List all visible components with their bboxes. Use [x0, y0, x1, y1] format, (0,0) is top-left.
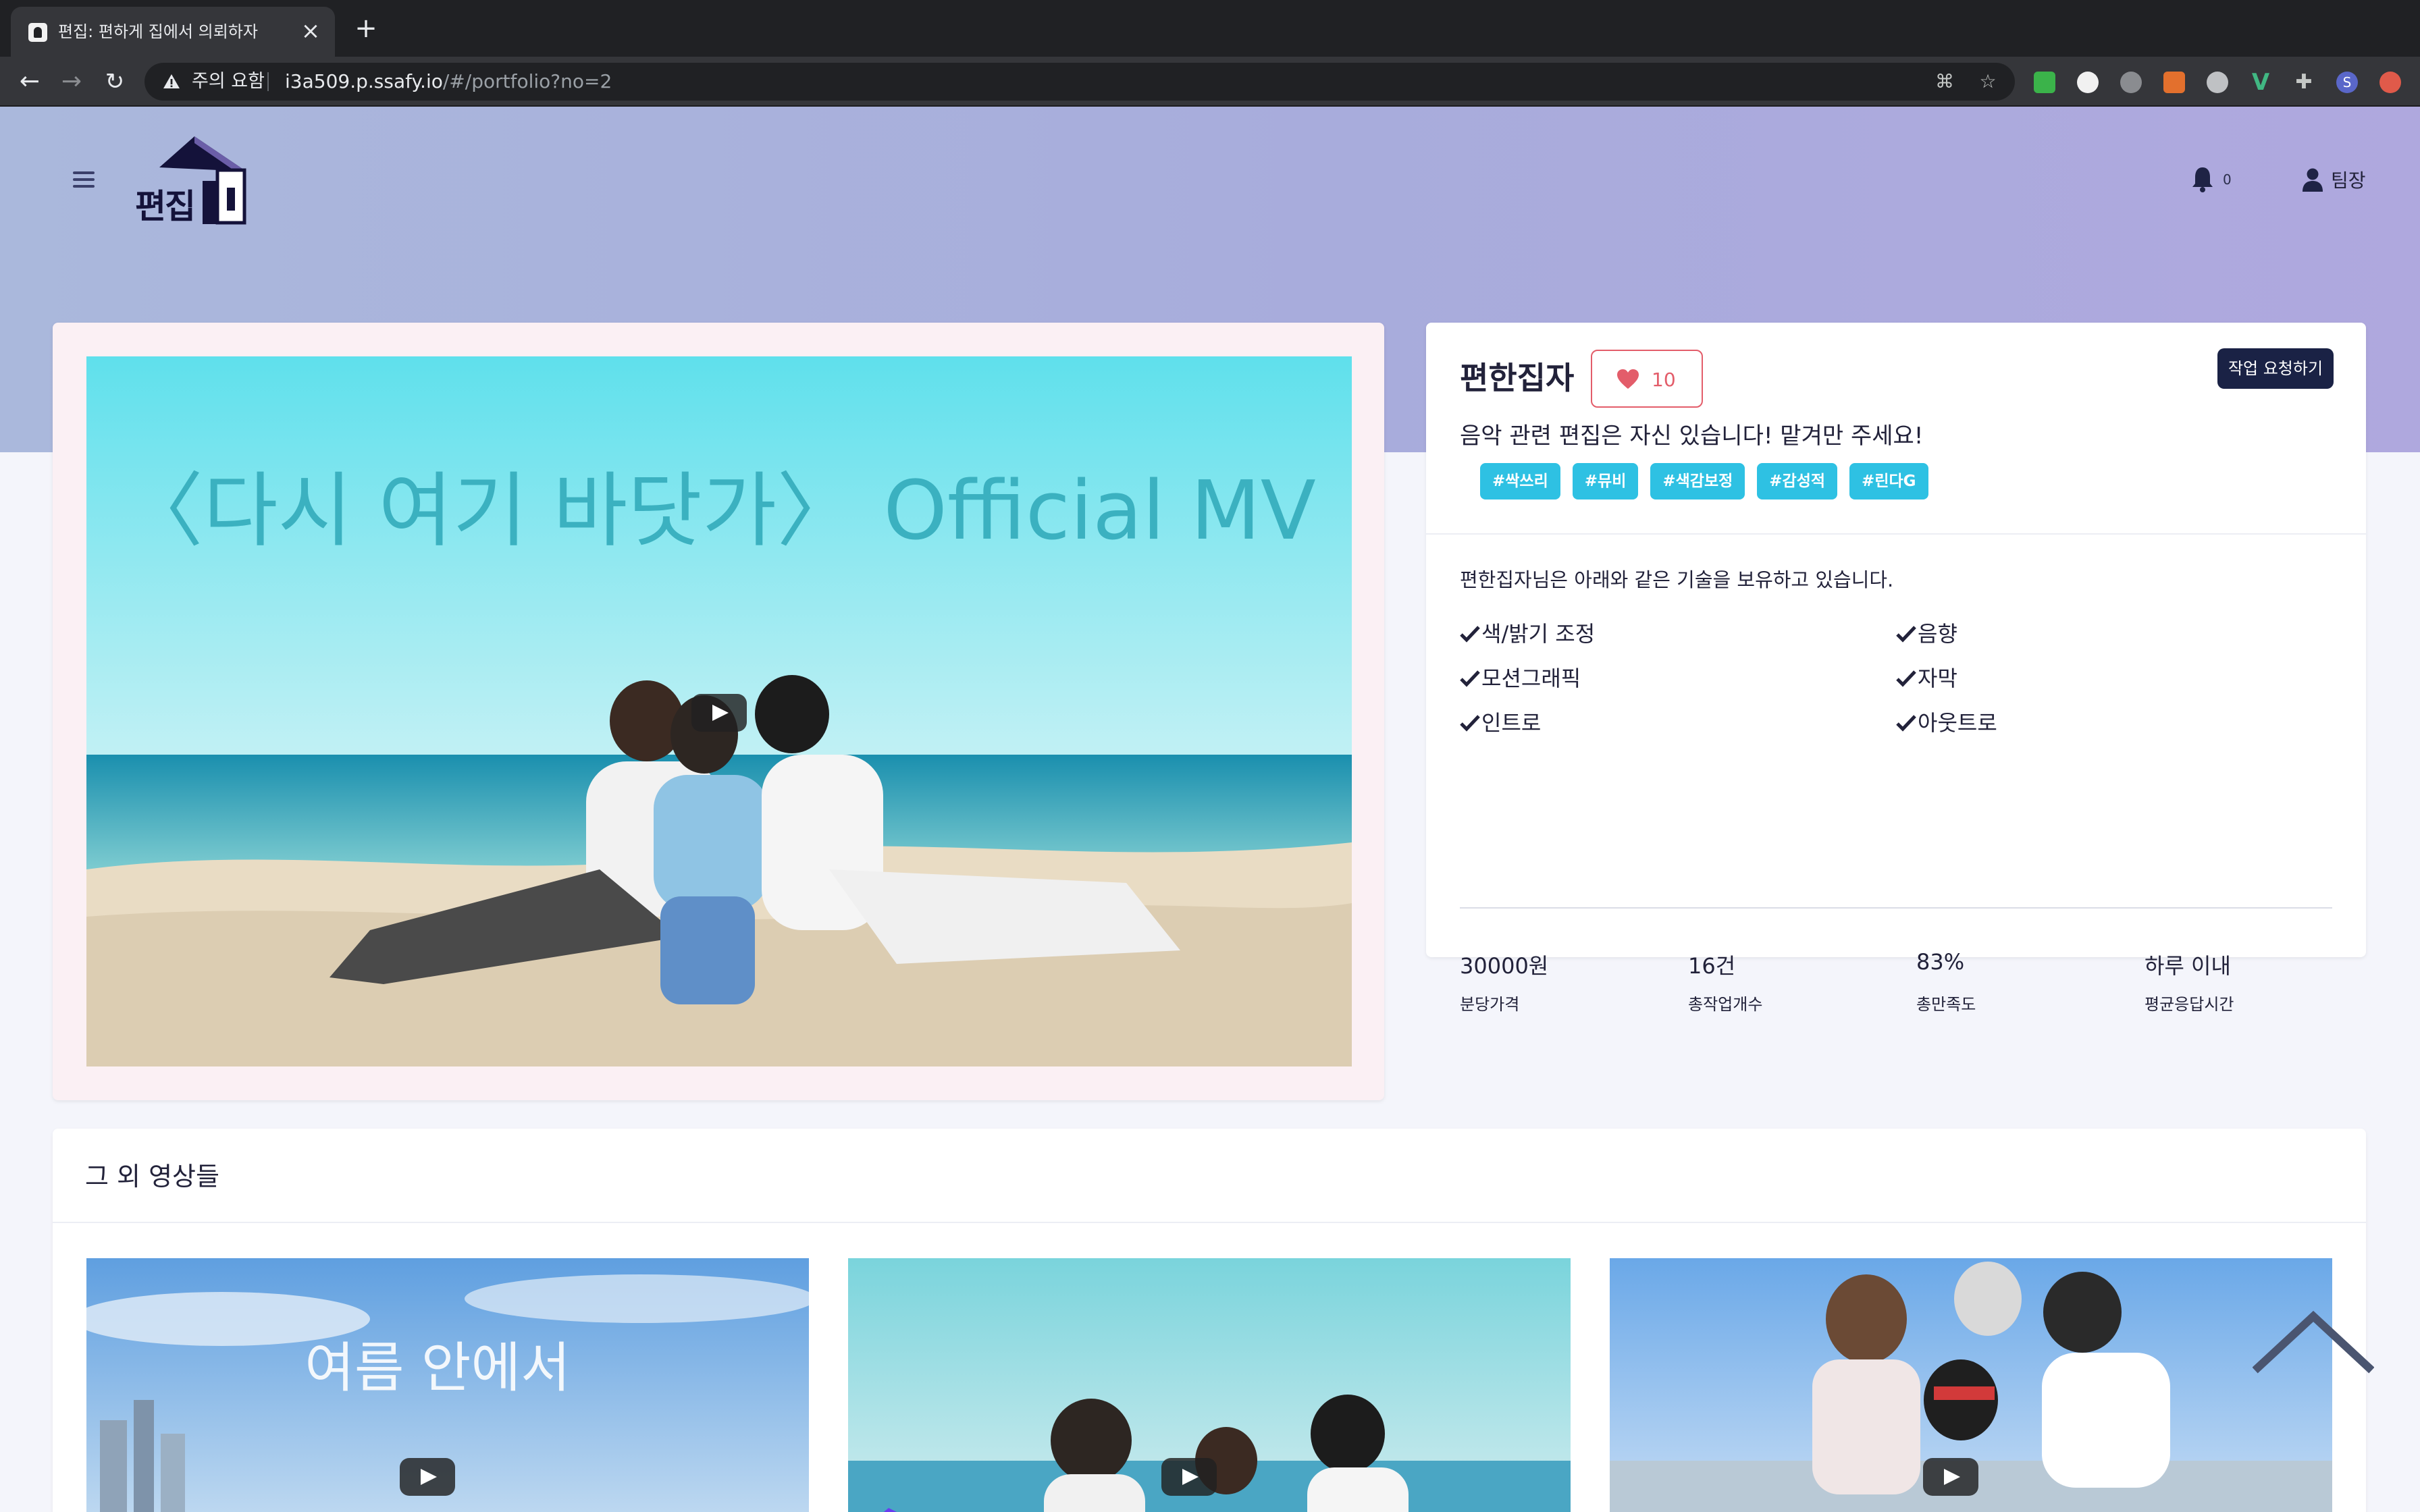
other-video-thumbnail-1[interactable]: 여름 안에서 — [86, 1258, 809, 1512]
tab-title: 편집: 편하게 집에서 의뢰하자 — [58, 22, 258, 41]
close-tab-icon[interactable]: × — [298, 19, 323, 43]
translate-icon[interactable]: ⌘ — [1934, 71, 1955, 92]
editor-info-card: 편한집자 10 작업 요청하기 음악 관련 편집은 자신 있습니다! 맡겨만 주… — [1426, 323, 2366, 1014]
check-icon — [1460, 626, 1480, 643]
extension-circle-icon[interactable] — [2207, 72, 2228, 93]
skill-item: 색/밝기 조정 — [1460, 617, 1595, 648]
url-path: /#/portfolio?no=2 — [442, 70, 612, 92]
stat-price-value: 30000원 — [1460, 953, 1549, 979]
extension-ex-icon[interactable] — [2163, 72, 2185, 93]
work-request-button[interactable]: 작업 요청하기 — [2217, 348, 2334, 389]
editor-tagline: 음악 관련 편집은 자신 있습니다! 맡겨만 주세요! — [1460, 423, 1924, 450]
tag-list: #싹쓰리 #뮤비 #색감보정 #감성적 #린다G — [1480, 463, 1928, 500]
url-host: i3a509.p.ssafy.io — [285, 70, 443, 92]
warning-icon — [163, 74, 180, 88]
other-videos-card: 그 외 영상들 여름 안에서 — [53, 1129, 2366, 1512]
main-video-player[interactable]: 〈다시 여기 바닷가〉 Official MV — [86, 356, 1352, 1066]
stat-satisfaction-value: 83% — [1916, 949, 1965, 975]
site-logo[interactable]: 편집 — [132, 134, 247, 228]
skill-item: 아웃트로 — [1896, 706, 1997, 737]
skill-label: 인트로 — [1481, 710, 1542, 736]
scroll-to-top-icon[interactable] — [2253, 1303, 2374, 1377]
browser-tab[interactable]: 편집: 편하게 집에서 의뢰하자 × — [11, 7, 335, 57]
notification-bell-icon[interactable] — [2190, 166, 2215, 193]
editor-name: 편한집자 — [1460, 360, 1575, 396]
address-bar[interactable]: 주의 요함 i3a509.p.ssafy.io/#/portfolio?no=2… — [144, 63, 2015, 101]
skill-item: 자막 — [1896, 662, 1957, 693]
update-icon[interactable] — [2379, 72, 2401, 93]
check-icon — [1896, 626, 1916, 643]
heart-icon — [1617, 369, 1639, 389]
check-icon — [1460, 715, 1480, 732]
skill-item: 음향 — [1896, 617, 1957, 648]
bookmark-star-icon[interactable]: ☆ — [1977, 71, 1999, 92]
section-divider — [53, 1222, 2366, 1223]
thumbnail-title: 여름 안에서 — [305, 1336, 570, 1399]
new-tab-icon[interactable]: + — [351, 14, 381, 43]
section-divider — [1426, 533, 2366, 535]
page-content: 편집 0 팀장 〈다시 여기 바닷가〉 Official MV 편한집자 10 … — [0, 107, 2420, 1512]
skill-label: 자막 — [1918, 666, 1957, 691]
play-icon[interactable] — [400, 1458, 455, 1496]
video-title-overlay: 〈다시 여기 바닷가〉 Official MV — [122, 464, 1316, 558]
stat-response-value: 하루 이내 — [2145, 953, 2231, 979]
stat-jobs-label: 총작업개수 — [1688, 995, 1763, 1014]
tag[interactable]: #뮤비 — [1572, 463, 1639, 500]
other-video-thumbnail-3[interactable] — [1610, 1258, 2332, 1512]
check-icon — [1896, 715, 1916, 732]
security-label[interactable]: 주의 요함 — [192, 63, 265, 101]
extension-ac-icon[interactable] — [2034, 72, 2055, 93]
stat-jobs-value: 16건 — [1688, 953, 1736, 979]
extensions-puzzle-icon[interactable]: ✚ — [2293, 72, 2315, 93]
reload-icon[interactable]: ↻ — [99, 65, 131, 98]
skill-label: 음향 — [1918, 621, 1957, 647]
logo-text: 편집 — [135, 187, 196, 226]
skill-label: 아웃트로 — [1918, 710, 1997, 736]
tag[interactable]: #색감보정 — [1650, 463, 1745, 500]
skill-label: 모션그래픽 — [1481, 666, 1581, 691]
tag[interactable]: #감성적 — [1757, 463, 1838, 500]
check-icon — [1460, 670, 1480, 687]
omnibox-separator — [267, 72, 269, 91]
stats-divider — [1460, 907, 2332, 909]
browser-tab-bar: 편집: 편하게 집에서 의뢰하자 × + — [0, 0, 2420, 57]
menu-icon[interactable] — [73, 171, 95, 188]
skill-item: 모션그래픽 — [1460, 662, 1581, 693]
notification-count: 0 — [2223, 171, 2232, 188]
other-video-thumbnail-2[interactable] — [848, 1258, 1571, 1512]
skills-intro: 편한집자님은 아래와 같은 기술을 보유하고 있습니다. — [1460, 568, 1894, 591]
tag[interactable]: #싹쓰리 — [1480, 463, 1560, 500]
other-videos-title: 그 외 영상들 — [85, 1162, 219, 1191]
like-button[interactable]: 10 — [1591, 350, 1703, 408]
play-icon[interactable] — [1923, 1458, 1978, 1496]
profile-avatar-icon[interactable]: S — [2336, 72, 2358, 93]
stat-price-label: 분당가격 — [1460, 995, 1520, 1014]
user-name[interactable]: 팀장 — [2331, 166, 2366, 193]
stat-satisfaction-label: 총만족도 — [1916, 995, 1976, 1014]
forward-icon[interactable]: → — [55, 65, 88, 98]
tag[interactable]: #린다G — [1849, 463, 1928, 500]
check-icon — [1896, 670, 1916, 687]
back-icon[interactable]: ← — [14, 65, 46, 98]
url-text[interactable]: i3a509.p.ssafy.io/#/portfolio?no=2 — [285, 63, 612, 101]
extension-shield-icon[interactable] — [2120, 72, 2142, 93]
user-icon[interactable] — [2301, 167, 2324, 192]
play-icon[interactable] — [691, 694, 747, 732]
stat-response-label: 평균응답시간 — [2145, 995, 2234, 1014]
browser-toolbar: ← → ↻ 주의 요함 i3a509.p.ssafy.io/#/portfoli… — [0, 57, 2420, 107]
like-count: 10 — [1652, 369, 1676, 391]
extension-ghost-icon[interactable] — [2077, 72, 2099, 93]
main-video-card: 〈다시 여기 바닷가〉 Official MV — [53, 323, 1384, 1100]
skill-label: 색/밝기 조정 — [1481, 621, 1596, 647]
play-icon[interactable] — [1161, 1458, 1217, 1496]
skill-item: 인트로 — [1460, 706, 1541, 737]
favicon-icon — [28, 23, 47, 42]
vue-devtools-icon[interactable]: V — [2250, 71, 2271, 94]
